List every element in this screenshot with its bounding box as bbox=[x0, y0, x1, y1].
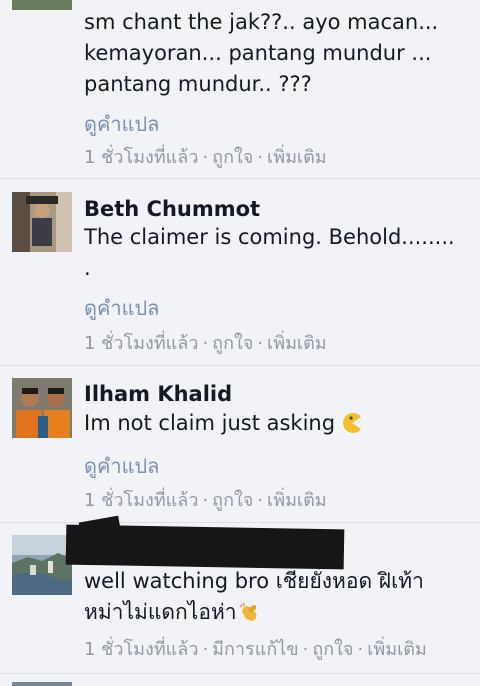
more-link[interactable]: เพิ่มเติม bbox=[267, 147, 327, 168]
comment-text-line: sm chant the jak??.. ayo macan... bbox=[84, 10, 439, 34]
comment-meta: 1 ชั่วโมงที่แล้ว · มีการแก้ไข · ถูกใจ · เพิ่มเ… bbox=[84, 634, 427, 663]
timestamp[interactable]: 1 ชั่วโมงที่แล้ว bbox=[84, 147, 198, 168]
separator: · bbox=[257, 147, 264, 168]
like-link[interactable]: ถูกใจ bbox=[212, 333, 253, 354]
comment-text-line: The claimer is coming. Behold........ bbox=[84, 225, 455, 249]
more-link[interactable]: เพิ่มเติม bbox=[367, 639, 427, 660]
like-link[interactable]: ถูกใจ bbox=[212, 490, 253, 511]
see-translation-link[interactable]: ดูคำแปล bbox=[84, 108, 159, 140]
pacman-emoji-icon bbox=[343, 413, 362, 433]
separator: · bbox=[302, 639, 309, 660]
comment-text: The claimer is coming. Behold........ . bbox=[84, 222, 476, 284]
comment-text: sm chant the jak??.. ayo macan... kemayo… bbox=[84, 7, 476, 100]
comment-4: well watching bro เชียยั่งหอด ฝิเท้า หม่… bbox=[0, 515, 480, 674]
comment-text-line: . bbox=[84, 256, 91, 280]
comment-meta: 1 ชั่วโมงที่แล้ว · ถูกใจ · เพิ่มเติม bbox=[84, 142, 327, 171]
like-link[interactable]: ถูกใจ bbox=[312, 639, 353, 660]
see-translation-link[interactable]: ดูคำแปล bbox=[84, 292, 159, 324]
separator: · bbox=[257, 333, 264, 354]
comment-text-line: well watching bro เชียยั่งหอด ฝิเท้า bbox=[84, 569, 424, 593]
more-link[interactable]: เพิ่มเติม bbox=[267, 333, 327, 354]
author-name[interactable]: Beth Chummot bbox=[84, 197, 260, 221]
separator: · bbox=[202, 333, 209, 354]
comment-text-line: Im not claim just asking bbox=[84, 411, 336, 435]
avatar[interactable] bbox=[12, 192, 72, 252]
avatar[interactable] bbox=[12, 682, 72, 686]
comment-text: well watching bro เชียยั่งหอด ฝิเท้า หม่… bbox=[84, 566, 476, 628]
avatar-photo bbox=[12, 378, 72, 438]
timestamp[interactable]: 1 ชั่วโมงที่แล้ว bbox=[84, 490, 198, 511]
separator: · bbox=[202, 147, 209, 168]
more-link[interactable]: เพิ่มเติม bbox=[267, 490, 327, 511]
avatar-photo bbox=[12, 535, 72, 595]
comment-text-line: หม่าไม่แดกไอห่า bbox=[84, 597, 476, 628]
clapping-hands-icon bbox=[239, 602, 257, 621]
avatar[interactable] bbox=[12, 0, 72, 10]
author-name[interactable]: Ilham Khalid bbox=[84, 382, 232, 406]
avatar[interactable] bbox=[12, 535, 72, 595]
comment-text-line: kemayoran... pantang mundur ... bbox=[84, 41, 432, 65]
like-link[interactable]: ถูกใจ bbox=[212, 147, 253, 168]
comment-3: Ilham Khalid Im not claim just asking ดู… bbox=[0, 366, 480, 523]
avatar[interactable] bbox=[12, 378, 72, 438]
comment-2: Beth Chummot The claimer is coming. Beho… bbox=[0, 179, 480, 366]
edited-link[interactable]: มีการแก้ไข bbox=[212, 639, 298, 660]
timestamp[interactable]: 1 ชั่วโมงที่แล้ว bbox=[84, 333, 198, 354]
comment-1: sm chant the jak??.. ayo macan... kemayo… bbox=[0, 0, 480, 179]
separator: · bbox=[202, 639, 209, 660]
timestamp[interactable]: 1 ชั่วโมงที่แล้ว bbox=[84, 639, 198, 660]
comment-meta: 1 ชั่วโมงที่แล้ว · ถูกใจ · เพิ่มเติม bbox=[84, 328, 327, 357]
see-translation-link[interactable]: ดูคำแปล bbox=[84, 450, 159, 482]
comment-meta: 1 ชั่วโมงที่แล้ว · ถูกใจ · เพิ่มเติม bbox=[84, 485, 327, 514]
comment-text-line: pantang mundur.. ??? bbox=[84, 72, 312, 96]
separator: · bbox=[357, 639, 364, 660]
comment-text: Im not claim just asking bbox=[84, 408, 476, 439]
comment-text-line-2: หม่าไม่แดกไอห่า bbox=[84, 600, 237, 624]
separator: · bbox=[202, 490, 209, 511]
avatar-photo bbox=[12, 192, 72, 252]
separator: · bbox=[257, 490, 264, 511]
